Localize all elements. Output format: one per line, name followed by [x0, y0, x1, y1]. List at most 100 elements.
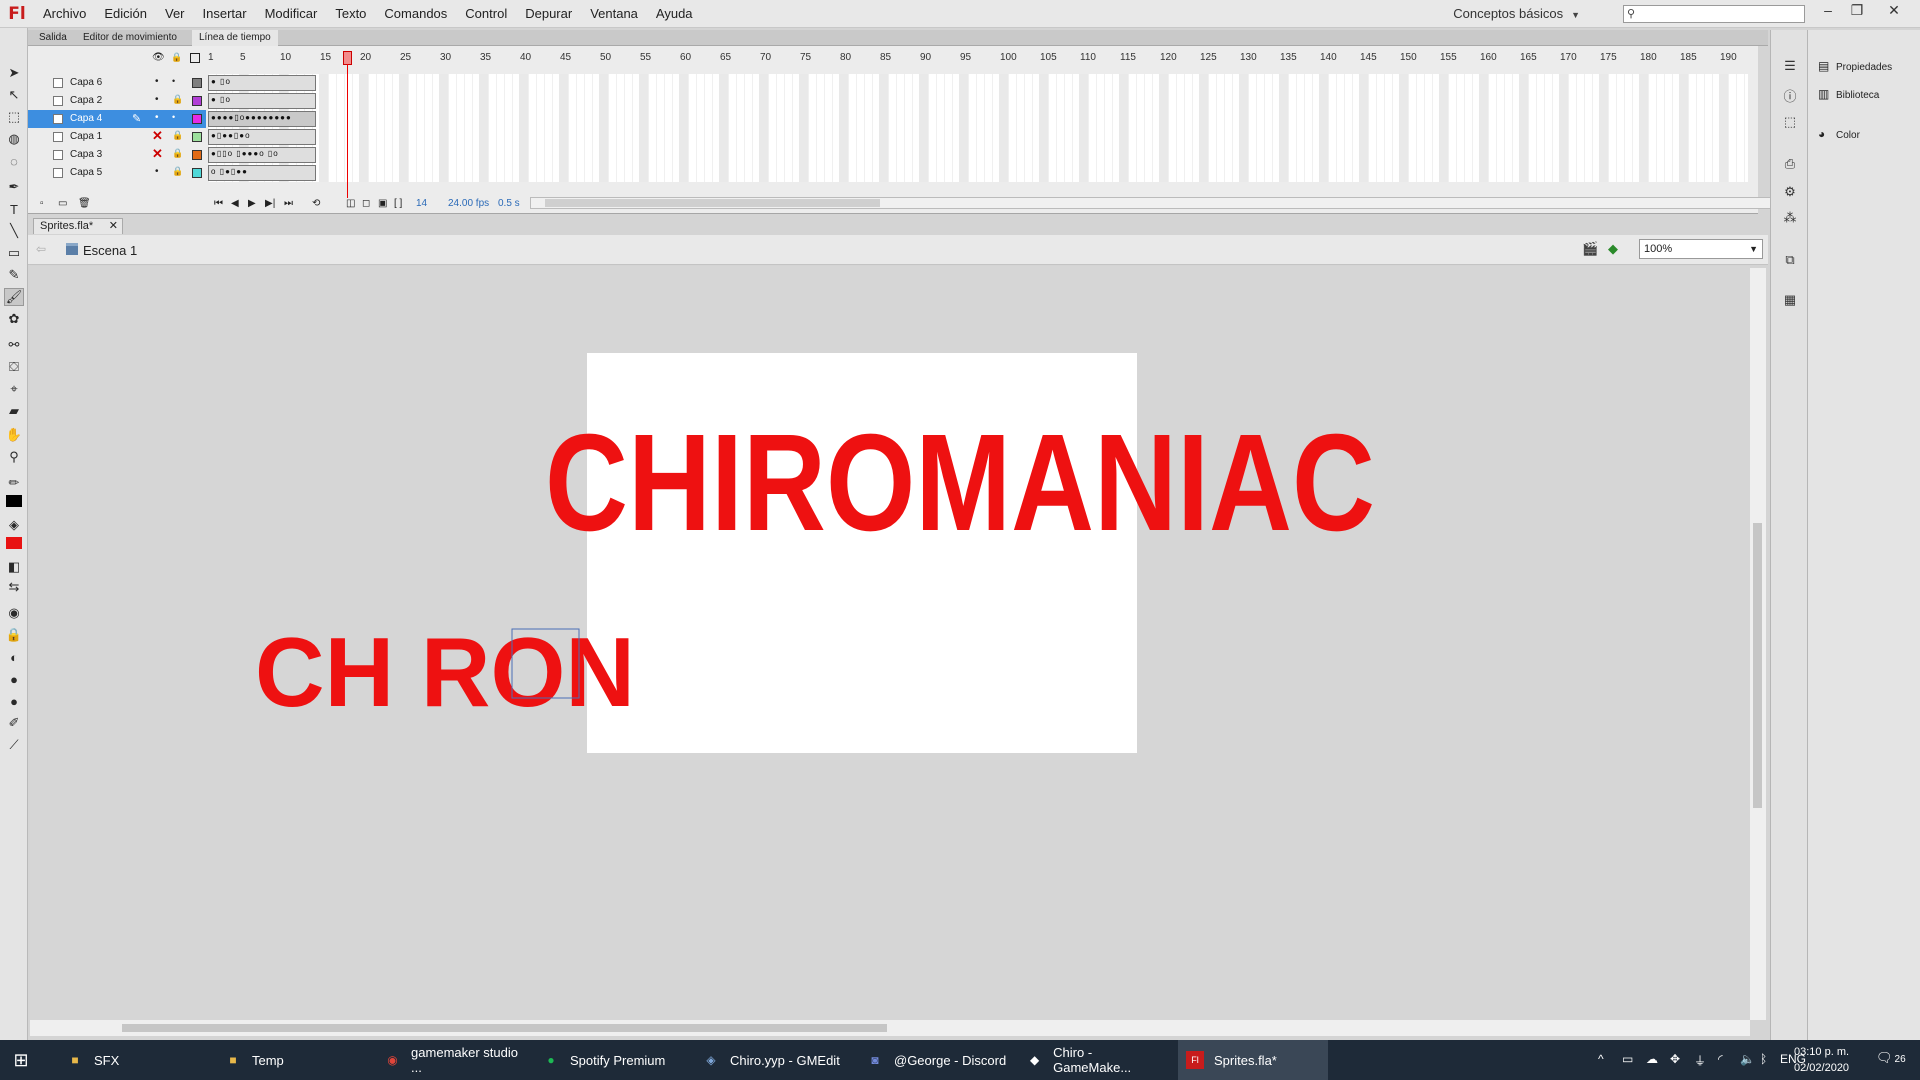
components-icon[interactable]: ⚙ [1781, 184, 1799, 200]
menu-archivo[interactable]: Archivo [34, 0, 95, 28]
layer-row[interactable]: Capa 3 ✕ 🔒 [28, 146, 206, 164]
horizontal-scrollbar[interactable] [30, 1020, 1750, 1036]
menu-ventana[interactable]: Ventana [581, 0, 647, 28]
volume-icon[interactable]: 🔈 [1740, 1052, 1755, 1066]
edit-multiple-icon[interactable]: ▣ [378, 198, 387, 209]
menu-modificar[interactable]: Modificar [256, 0, 327, 28]
back-arrow-icon[interactable]: ⇦ [36, 242, 46, 256]
edit-scene-icon[interactable]: 🎬 [1582, 241, 1598, 257]
eye-icon[interactable]: 👁 [152, 52, 165, 63]
new-folder-icon[interactable]: ▭ [58, 198, 67, 209]
menu-comandos[interactable]: Comandos [375, 0, 456, 28]
fill-color-swatch[interactable] [4, 534, 24, 552]
pressure-icon[interactable]: ✐ [4, 714, 24, 732]
hidden-x-icon[interactable]: ✕ [152, 146, 163, 162]
bone-tool-icon[interactable]: ⚯ [4, 336, 24, 354]
brush-shape-icon[interactable]: ● [4, 692, 24, 710]
usb-icon[interactable]: ⏚ [1694, 1052, 1706, 1069]
layer-row[interactable]: Capa 2 • 🔒 [28, 92, 206, 110]
visible-dot-icon[interactable]: • [155, 166, 159, 177]
free-transform-tool-icon[interactable]: ⬚ [4, 108, 24, 126]
taskbar-item[interactable]: ■ SFX [58, 1040, 178, 1080]
hand-tool-icon[interactable]: ✋ [4, 426, 24, 444]
workspace-switcher[interactable]: Conceptos básicos ▼ [1453, 0, 1580, 28]
zoom-tool-icon[interactable]: ⚲ [4, 448, 24, 466]
frame-span[interactable]: ●▯▯o ▯●●●o ▯o [208, 147, 316, 163]
brush-tool-icon[interactable]: 🖌 [4, 288, 24, 306]
info-icon[interactable]: ⓘ [1781, 86, 1799, 104]
taskbar-item[interactable]: ● Spotify Premium [534, 1040, 684, 1080]
cloud-icon[interactable]: ☁ [1646, 1052, 1658, 1066]
loop-icon[interactable]: ⟲ [312, 198, 320, 209]
new-layer-icon[interactable]: ▫ [40, 198, 44, 209]
menu-ver[interactable]: Ver [156, 0, 194, 28]
vertical-scrollbar[interactable] [1750, 268, 1766, 1020]
object-drawing-icon[interactable]: ◉ [4, 604, 24, 622]
zoom-select[interactable]: 100% ▼ [1639, 239, 1763, 259]
layer-color-swatch[interactable] [192, 168, 202, 178]
outline-icon[interactable] [190, 53, 200, 63]
onion-skin-icon[interactable]: ◫ [346, 198, 355, 209]
tab-editor-movimiento[interactable]: Editor de movimiento [76, 30, 184, 46]
notifications-icon[interactable]: 🗨 26 [1876, 1050, 1906, 1066]
help-search-input[interactable]: ⚲ [1623, 5, 1805, 23]
lasso-tool-icon[interactable]: ◌ [4, 152, 24, 170]
unlocked-dot-icon[interactable]: • [172, 76, 175, 86]
current-frame[interactable]: 14 [416, 198, 427, 209]
text-tool-icon[interactable]: T [4, 200, 24, 218]
last-frame-icon[interactable]: ⏭ [284, 198, 293, 209]
layer-color-swatch[interactable] [192, 78, 202, 88]
restore-button[interactable]: ❐ [1843, 0, 1871, 22]
panel-color[interactable]: ◕ Color [1818, 124, 1860, 144]
delete-layer-icon[interactable]: 🗑 [78, 198, 91, 209]
pencil-tool-icon[interactable]: ✎ [4, 266, 24, 284]
taskbar-item[interactable]: ◙ @George - Discord [858, 1040, 1008, 1080]
visible-dot-icon[interactable]: • [155, 112, 159, 123]
panel-propiedades[interactable]: ▤ Propiedades [1818, 56, 1892, 76]
layer-row-selected[interactable]: Capa 4 ✎ • • [28, 110, 206, 128]
swap-colors-icon[interactable]: ⇆ [4, 578, 24, 596]
layer-row[interactable]: Capa 5 • 🔒 [28, 164, 206, 182]
edit-symbol-icon[interactable]: ◆ [1608, 241, 1618, 257]
pen-tool-icon[interactable]: ✒ [4, 178, 24, 196]
next-frame-icon[interactable]: ▶| [265, 198, 275, 209]
menu-edicion[interactable]: Edición [95, 0, 156, 28]
scroll-thumb[interactable] [545, 199, 880, 207]
network-icon[interactable]: ◜ [1718, 1052, 1723, 1066]
frame-span[interactable]: o ▯●▯●● [208, 165, 316, 181]
frame-span[interactable]: ● ▯o [208, 75, 316, 91]
eyedropper-tool-icon[interactable]: ⌖ [4, 380, 24, 398]
bluetooth-icon[interactable]: ᛒ [1760, 1052, 1767, 1066]
deco-tool-icon[interactable]: ✿ [4, 310, 24, 328]
tab-linea-tiempo[interactable]: Línea de tiempo [192, 30, 278, 46]
scene-label[interactable]: Escena 1 [83, 243, 137, 258]
3d-rotation-tool-icon[interactable]: ◍ [4, 130, 24, 148]
line-tool-icon[interactable]: ╲ [4, 222, 24, 240]
visible-dot-icon[interactable]: • [155, 76, 159, 87]
playhead[interactable] [343, 51, 352, 65]
panel-biblioteca[interactable]: ▥ Biblioteca [1818, 84, 1879, 104]
frame-rate[interactable]: 24.00 fps [448, 198, 489, 209]
transform-icon[interactable]: ⬚ [1781, 114, 1799, 130]
tilt-icon[interactable]: ⟋ [4, 736, 24, 754]
code-snippets-icon[interactable]: ⎙ [1781, 156, 1799, 172]
close-icon[interactable]: ✕ [109, 219, 118, 234]
menu-depurar[interactable]: Depurar [516, 0, 581, 28]
brush-size-icon[interactable]: ● [4, 670, 24, 688]
history-icon[interactable]: ⧉ [1781, 252, 1799, 268]
lock-icon[interactable]: 🔒 [171, 52, 182, 63]
menu-control[interactable]: Control [456, 0, 516, 28]
scroll-thumb[interactable] [1753, 523, 1762, 808]
onion-markers-icon[interactable]: [ ] [394, 198, 402, 209]
layer-color-swatch[interactable] [192, 150, 202, 160]
layer-color-swatch[interactable] [192, 96, 202, 106]
visible-dot-icon[interactable]: • [155, 94, 159, 105]
selection-tool-icon[interactable]: ➤ [4, 64, 24, 82]
brush-mode-icon[interactable]: ◐ [4, 648, 24, 666]
battery-icon[interactable]: ▭ [1622, 1052, 1633, 1066]
unlocked-dot-icon[interactable]: • [172, 112, 175, 122]
taskbar-item[interactable]: ◉ gamemaker studio ... [376, 1040, 526, 1080]
minimize-button[interactable]: – [1814, 0, 1842, 22]
lock-icon[interactable]: 🔒 [172, 148, 183, 159]
onion-outline-icon[interactable]: ◻ [362, 198, 370, 209]
